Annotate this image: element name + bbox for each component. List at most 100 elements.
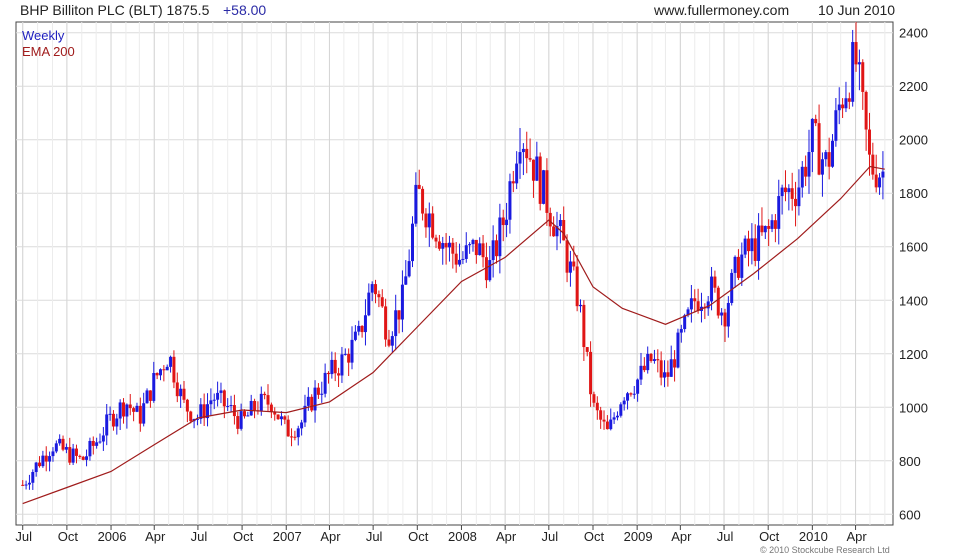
- weekly-bar: [461, 258, 465, 260]
- weekly-bar: [64, 447, 68, 450]
- weekly-bar: [736, 256, 740, 278]
- weekly-bar: [48, 456, 52, 462]
- weekly-bar: [242, 411, 246, 417]
- legend-entry: Weekly: [22, 28, 65, 43]
- weekly-bar: [68, 447, 72, 463]
- weekly-bar: [605, 421, 609, 430]
- weekly-bar: [730, 272, 734, 303]
- weekly-bar: [407, 261, 411, 277]
- x-tick-label: Oct: [58, 529, 79, 544]
- weekly-bar: [844, 98, 848, 109]
- x-tick-label: Oct: [584, 529, 605, 544]
- weekly-bar: [71, 448, 75, 463]
- weekly-bar: [827, 152, 831, 167]
- weekly-bar: [689, 298, 693, 310]
- weekly-bar: [125, 404, 129, 417]
- weekly-bar: [313, 387, 317, 411]
- weekly-bar: [88, 440, 92, 457]
- weekly-bar: [753, 238, 757, 261]
- weekly-bar: [216, 392, 220, 400]
- x-tick-label: Jul: [15, 529, 32, 544]
- x-tick-label: Jul: [366, 529, 383, 544]
- weekly-bar: [239, 411, 243, 429]
- weekly-bar: [468, 244, 472, 246]
- weekly-bar: [165, 366, 169, 371]
- weekly-bar: [632, 393, 636, 395]
- weekly-bar: [531, 159, 535, 181]
- weekly-bar: [172, 356, 176, 383]
- weekly-bar: [582, 304, 586, 348]
- y-tick-label: 800: [899, 454, 921, 469]
- plot-area: [15, 21, 894, 526]
- weekly-bar: [612, 417, 616, 420]
- weekly-bar: [427, 213, 431, 228]
- weekly-bar: [652, 359, 656, 361]
- weekly-bar: [579, 304, 583, 307]
- y-tick-label: 2200: [899, 79, 928, 94]
- weekly-bar: [370, 284, 374, 293]
- weekly-bar: [763, 225, 767, 233]
- weekly-bar: [820, 159, 824, 175]
- weekly-bar: [212, 399, 216, 401]
- weekly-bar: [384, 306, 388, 340]
- weekly-bar: [142, 403, 146, 424]
- weekly-bar: [656, 359, 660, 361]
- weekly-bar: [760, 225, 764, 233]
- x-tick-label: 2008: [448, 529, 477, 544]
- weekly-bar: [202, 404, 206, 419]
- weekly-bar: [706, 301, 710, 309]
- weekly-bar: [414, 184, 418, 224]
- weekly-bar: [263, 393, 267, 396]
- weekly-bar: [669, 359, 673, 377]
- weekly-bar: [91, 440, 95, 446]
- weekly-bar: [128, 404, 132, 409]
- weekly-bar: [861, 62, 865, 92]
- weekly-bar: [310, 396, 314, 411]
- weekly-bar: [185, 399, 189, 412]
- weekly-bar: [253, 400, 257, 411]
- weekly-bar: [232, 405, 236, 417]
- weekly-bar: [471, 239, 475, 245]
- y-tick-label: 2000: [899, 133, 928, 148]
- x-tick-label: 2009: [624, 529, 653, 544]
- weekly-bar: [639, 365, 643, 380]
- weekly-bar: [878, 177, 882, 188]
- weekly-bar: [330, 359, 334, 375]
- weekly-bar: [138, 405, 142, 424]
- legend-entry: EMA 200: [22, 44, 75, 59]
- weekly-bar: [175, 382, 179, 397]
- weekly-bar: [649, 353, 653, 361]
- weekly-bar: [387, 339, 391, 346]
- weekly-bar: [374, 284, 378, 295]
- weekly-bar: [85, 456, 89, 460]
- weekly-bar: [538, 156, 542, 204]
- x-tick-label: Oct: [408, 529, 429, 544]
- weekly-bar: [552, 226, 556, 237]
- weekly-bar: [293, 436, 297, 438]
- weekly-bar: [21, 484, 25, 486]
- weekly-bar: [410, 223, 414, 262]
- x-tick-label: Jul: [191, 529, 208, 544]
- weekly-bar: [481, 243, 485, 258]
- weekly-bar: [454, 253, 458, 265]
- weekly-bar: [636, 379, 640, 394]
- weekly-bar: [716, 287, 720, 316]
- weekly-bar: [38, 462, 42, 467]
- x-tick-label: Apr: [846, 529, 867, 544]
- weekly-bar: [854, 42, 858, 65]
- weekly-bar: [874, 174, 878, 188]
- weekly-bar: [747, 238, 751, 252]
- weekly-bar: [666, 372, 670, 377]
- x-tick-label: 2006: [98, 529, 127, 544]
- weekly-bar: [817, 123, 821, 175]
- weekly-bar: [615, 415, 619, 418]
- weekly-bar: [51, 451, 55, 457]
- weekly-bar: [152, 373, 156, 401]
- weekly-bar: [750, 238, 754, 252]
- weekly-bar: [380, 297, 384, 307]
- weekly-bar: [323, 372, 327, 394]
- weekly-bar: [276, 414, 280, 420]
- weekly-bar: [353, 331, 357, 340]
- weekly-bar: [296, 428, 300, 438]
- weekly-bar: [683, 315, 687, 330]
